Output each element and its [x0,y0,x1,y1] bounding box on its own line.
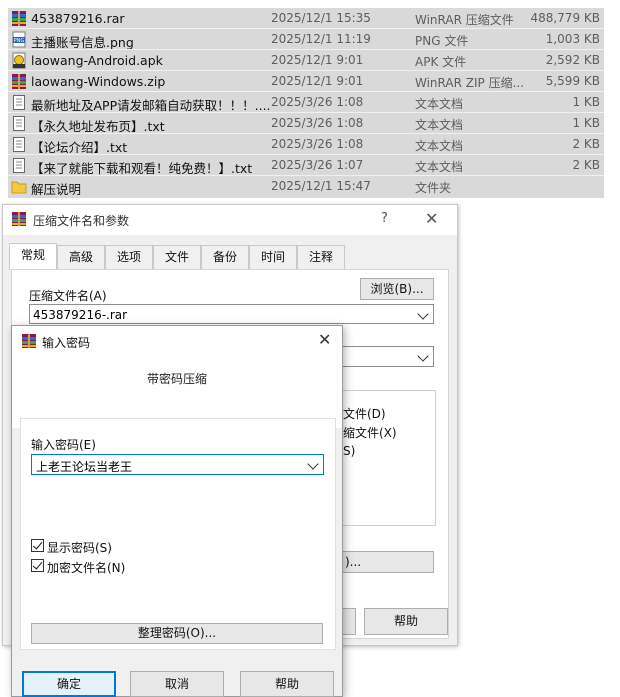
file-row[interactable]: 【论坛介绍】.txt 2025/3/26 1:08 文本文档 2 KB [8,134,604,155]
archive-options-group: 文件(D) 缩文件(X) S) [342,390,436,526]
file-row[interactable]: laowang-Windows.zip 2025/12/1 9:01 WinRA… [8,71,604,92]
encrypt-names-checkbox[interactable] [31,559,44,572]
ok-button[interactable]: 确定 [22,671,116,697]
ok-button-partial[interactable] [342,608,356,635]
file-size: 488,779 KB [530,11,600,25]
file-row[interactable]: 解压说明 2025/12/1 15:47 文件夹 [8,176,604,197]
file-type: 文本文档 [415,97,464,111]
file-size: 2 KB [572,137,600,151]
tab-files[interactable]: 文件 [153,245,201,269]
option-label[interactable]: 文件(D) [343,405,386,422]
file-type: 文本文档 [415,139,464,153]
txt-icon [11,157,27,174]
apk-icon [11,52,27,69]
file-date: 2025/3/26 1:08 [271,95,364,109]
browse-button[interactable]: 浏览(B)... [360,278,434,300]
file-name: laowang-Android.apk [31,53,163,68]
close-icon[interactable]: ✕ [425,209,438,228]
archive-name-value: 453879216-.rar [33,308,128,322]
file-type: APK 文件 [415,55,467,69]
tab-time[interactable]: 时间 [249,245,297,269]
profile-combo[interactable] [342,346,434,367]
file-list: 453879216.rar 2025/12/1 15:35 WinRAR 压缩文… [8,8,604,198]
file-date: 2025/12/1 11:19 [271,32,371,46]
chevron-down-icon [417,350,429,362]
file-name: 解压说明 [31,182,82,197]
file-size: 5,599 KB [545,74,600,88]
dialog-titlebar[interactable]: 压缩文件名和参数 ? ✕ [3,205,457,235]
file-row[interactable]: 453879216.rar 2025/12/1 15:35 WinRAR 压缩文… [8,8,604,29]
option-label[interactable]: S) [343,444,355,458]
file-row[interactable]: 最新地址及APP请发邮箱自动获取！！！.... 2025/3/26 1:08 文… [8,92,604,113]
file-size: 1 KB [572,116,600,130]
password-label: 输入密码(E) [31,438,96,452]
show-password-checkbox[interactable] [31,539,44,552]
tab-comment[interactable]: 注释 [297,245,345,269]
file-row[interactable]: 【来了就能下载和观看！纯免费！】.txt 2025/3/26 1:07 文本文档… [8,155,604,176]
file-type: 文本文档 [415,160,464,174]
file-date: 2025/12/1 9:01 [271,53,364,67]
help-button[interactable]: 帮助 [364,608,448,635]
file-date: 2025/3/26 1:08 [271,116,364,130]
checkmark-icon [32,539,43,550]
dialog-title: 输入密码 [42,336,91,350]
show-password-label[interactable]: 显示密码(S) [47,539,112,556]
set-password-button[interactable]: )... [342,551,434,573]
rar-icon [11,10,27,27]
dialog-title: 压缩文件名和参数 [33,214,130,228]
option-label[interactable]: 缩文件(X) [343,424,397,441]
file-size: 1,003 KB [545,32,600,46]
zip-icon [11,73,27,90]
tab-options[interactable]: 选项 [105,245,153,269]
file-size: 2 KB [572,158,600,172]
password-value: 上老王论坛当老王 [36,460,133,474]
file-type: WinRAR 压缩文件 [415,13,514,27]
file-date: 2025/12/1 9:01 [271,74,364,88]
dialog-heading: 带密码压缩 [146,372,207,386]
tab-backup[interactable]: 备份 [201,245,249,269]
file-date: 2025/3/26 1:08 [271,137,364,151]
cancel-button[interactable]: 取消 [130,671,224,697]
dialog-titlebar[interactable]: 输入密码 ✕ [12,326,342,356]
svg-text:PNG: PNG [14,38,25,44]
checkmark-icon [32,559,43,570]
close-icon[interactable]: ✕ [318,330,331,349]
file-row[interactable]: PNG 主播账号信息.png 2025/12/1 11:19 PNG 文件 1,… [8,29,604,50]
organize-passwords-button[interactable]: 整理密码(O)... [31,623,323,644]
file-row[interactable]: laowang-Android.apk 2025/12/1 9:01 APK 文… [8,50,604,71]
file-type: WinRAR ZIP 压缩... [415,76,525,90]
password-dialog: 输入密码 ✕ 带密码压缩 输入密码(E) 上老王论坛当老王 显示密码(S) 加密… [11,325,343,697]
file-size: 1 KB [572,95,600,109]
png-icon: PNG [11,31,27,48]
archive-name-label: 压缩文件名(A) [29,289,107,303]
help-icon[interactable]: ? [381,211,388,226]
file-type: 文件夹 [415,181,452,195]
file-size: 2,592 KB [545,53,600,67]
winrar-icon [21,333,37,349]
tab-advanced[interactable]: 高级 [57,245,105,269]
file-row[interactable]: 【永久地址发布页】.txt 2025/3/26 1:08 文本文档 1 KB [8,113,604,134]
file-date: 2025/12/1 15:35 [271,11,371,25]
help-button[interactable]: 帮助 [240,671,334,697]
winrar-icon [11,211,27,227]
tab-general[interactable]: 常规 [9,243,57,270]
txt-icon [11,136,27,153]
archive-name-combo[interactable]: 453879216-.rar [29,304,434,324]
chevron-down-icon [417,308,429,320]
file-name: laowang-Windows.zip [31,74,166,89]
file-type: 文本文档 [415,118,464,132]
password-input[interactable]: 上老王论坛当老王 [31,454,324,475]
txt-icon [11,94,27,111]
file-type: PNG 文件 [415,34,469,48]
txt-icon [11,115,27,132]
file-date: 2025/12/1 15:47 [271,179,371,193]
encrypt-names-label[interactable]: 加密文件名(N) [47,559,125,576]
file-date: 2025/3/26 1:07 [271,158,364,172]
file-name: 453879216.rar [31,11,125,26]
chevron-down-icon [307,458,319,470]
folder-icon [11,178,27,195]
